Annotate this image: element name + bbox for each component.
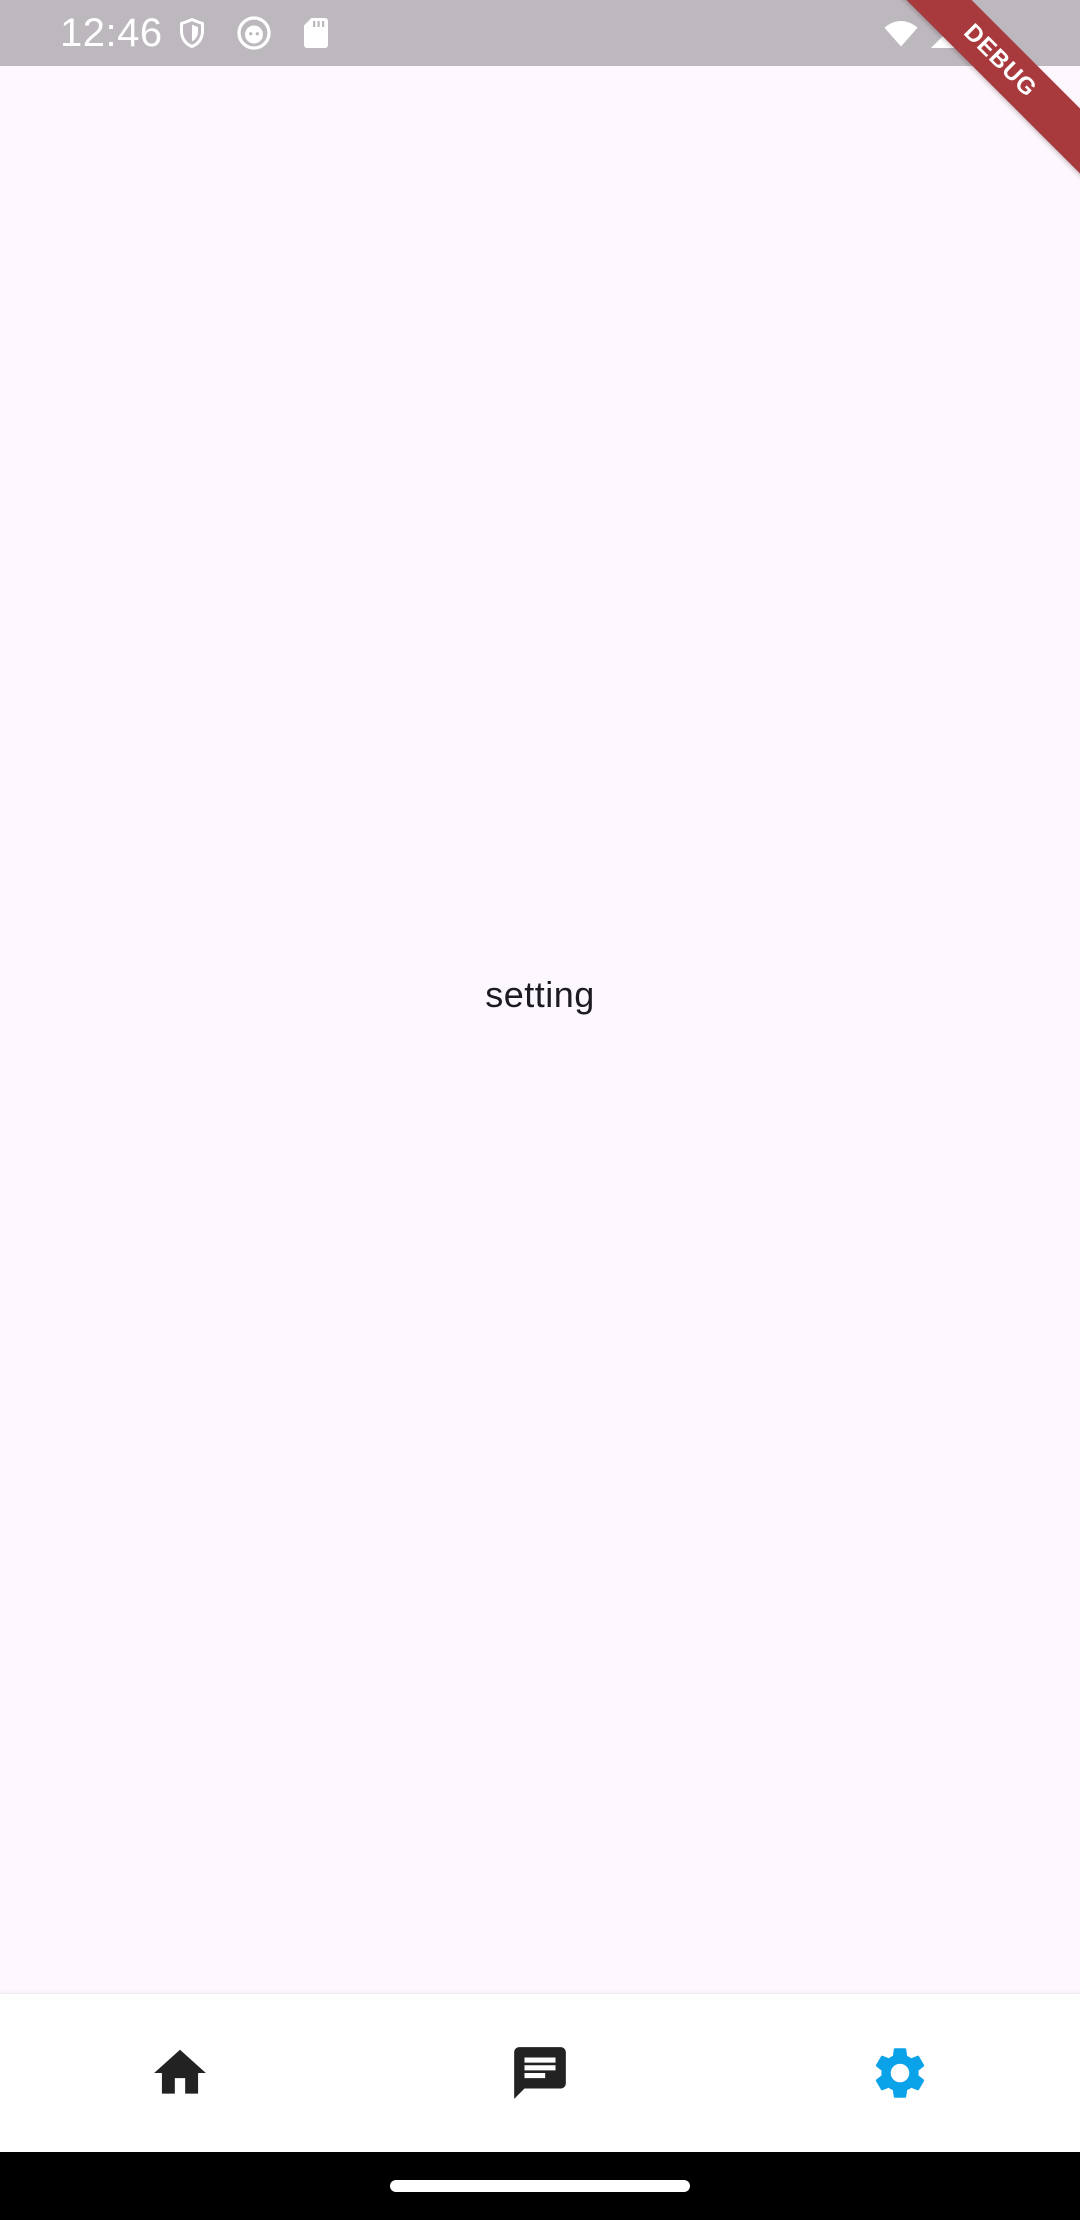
app-screen: 12:46 DEBUG setting bbox=[0, 0, 1080, 2220]
nav-item-home[interactable] bbox=[0, 1994, 360, 2152]
nav-item-chat[interactable] bbox=[360, 1994, 720, 2152]
shield-icon bbox=[174, 15, 210, 51]
home-gesture-handle[interactable] bbox=[390, 2180, 690, 2192]
chat-icon bbox=[509, 2042, 571, 2104]
nav-item-settings[interactable] bbox=[720, 1994, 1080, 2152]
page-label: setting bbox=[485, 974, 595, 1015]
home-icon bbox=[149, 2042, 211, 2104]
status-time: 12:46 bbox=[60, 11, 163, 55]
system-navigation-bar bbox=[0, 2152, 1080, 2220]
wifi-icon bbox=[880, 15, 922, 51]
bottom-navigation-bar bbox=[0, 1994, 1080, 2152]
sd-card-icon bbox=[298, 15, 334, 51]
main-content: setting bbox=[0, 66, 1080, 1994]
android-icon bbox=[236, 15, 272, 51]
settings-icon bbox=[869, 2042, 931, 2104]
